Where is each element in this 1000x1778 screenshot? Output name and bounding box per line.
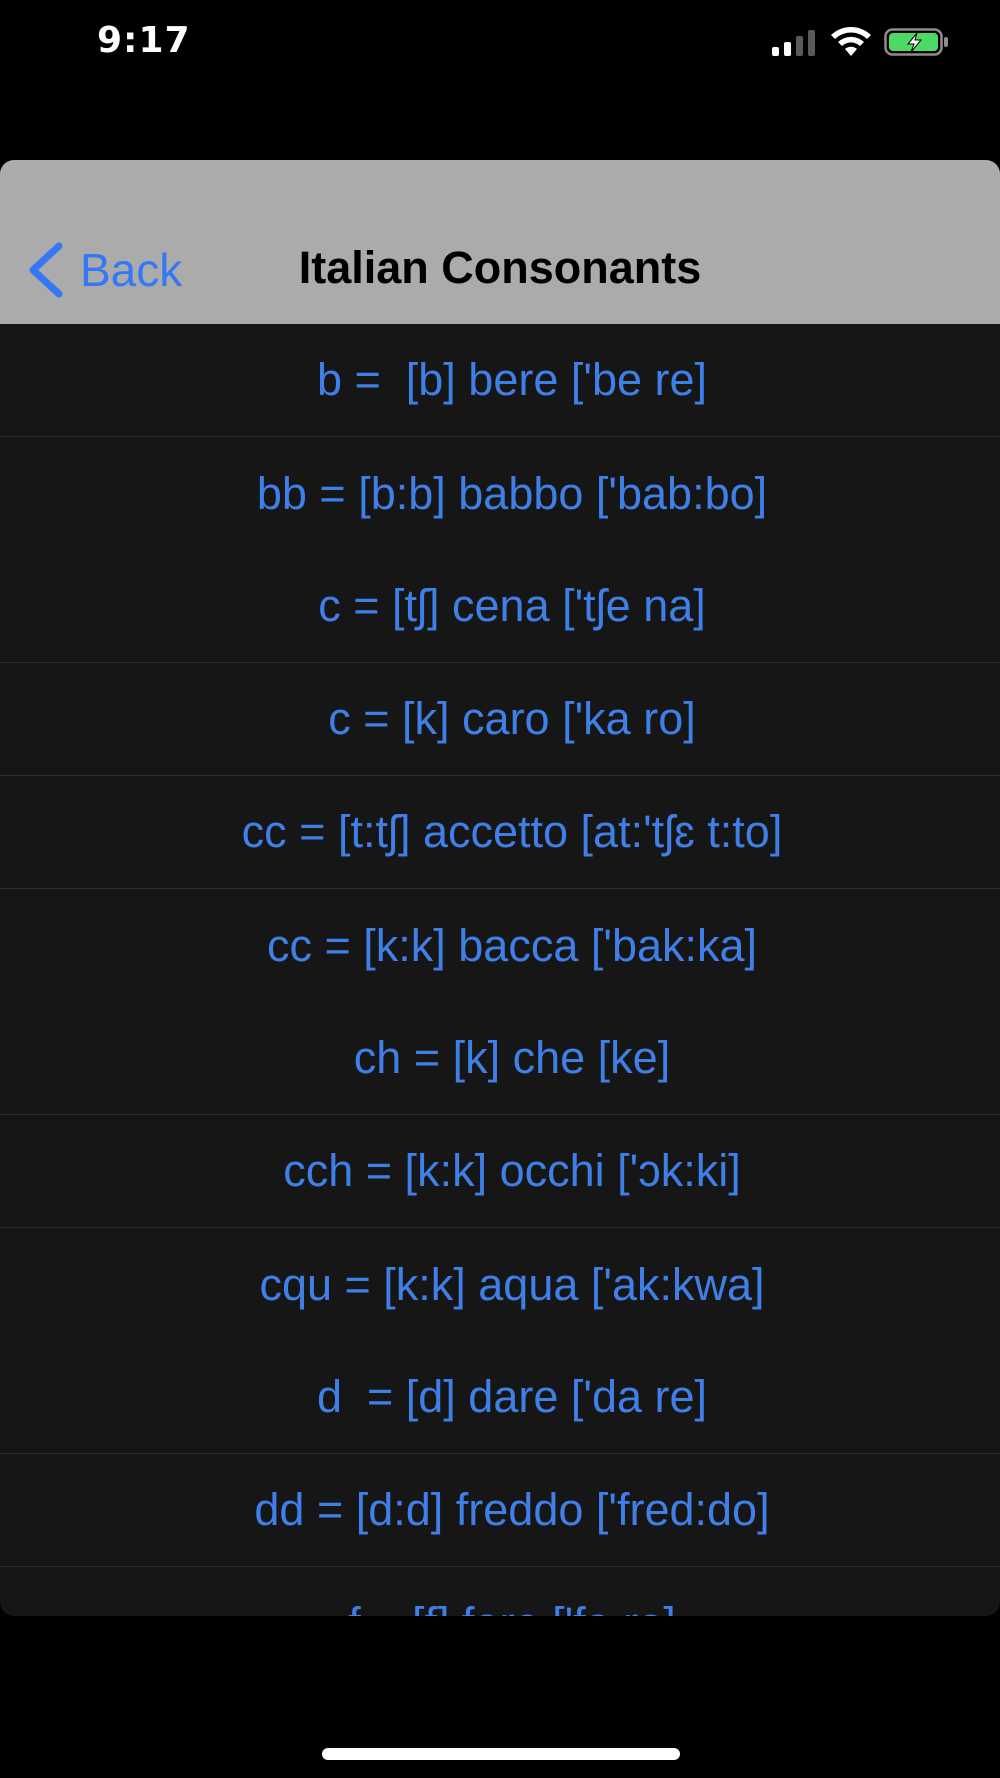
list-item[interactable]: d = [d] dare ['da re] bbox=[0, 1341, 1000, 1454]
list-item[interactable]: c = [k] caro ['ka ro] bbox=[0, 663, 1000, 776]
navigation-bar: Back Italian Consonants bbox=[0, 160, 1000, 324]
list-item[interactable]: cqu = [k:k] aqua ['ak:kwa] bbox=[0, 1228, 1000, 1341]
wifi-icon bbox=[831, 27, 871, 56]
status-time: 9:17 bbox=[97, 20, 191, 61]
back-button[interactable]: Back bbox=[26, 240, 182, 300]
list-item-label: dd = [d:d] freddo ['fred:do] bbox=[254, 1484, 770, 1535]
list-item-label: d = [d] dare ['da re] bbox=[316, 1371, 708, 1422]
list-item[interactable]: cch = [k:k] occhi ['ɔk:ki] bbox=[0, 1115, 1000, 1228]
list-item-label: c = [k] caro ['ka ro] bbox=[328, 693, 696, 744]
list-item-label: ch = [k] che [ke] bbox=[353, 1032, 671, 1083]
list-item-label: bb = [b:b] babbo ['bab:bo] bbox=[256, 467, 768, 519]
list-item-label: f = [f] fare ['fa re] bbox=[348, 1598, 675, 1617]
list-item-label: c = [tʃ] cena ['tʃe na] bbox=[318, 580, 706, 631]
consonant-list: b = [b] bere ['be re] bb = [b:b] babbo [… bbox=[0, 324, 1000, 1616]
list-item[interactable]: cc = [k:k] bacca ['bak:ka] bbox=[0, 889, 1000, 1002]
list-item[interactable]: bb = [b:b] babbo ['bab:bo] bbox=[0, 437, 1000, 550]
list-item[interactable]: b = [b] bere ['be re] bbox=[0, 324, 1000, 437]
sheet: Back Italian Consonants b = [b] bere ['b… bbox=[0, 160, 1000, 1616]
cellular-signal-icon bbox=[772, 30, 815, 56]
list-item-label: b = [b] bere ['be re] bbox=[316, 354, 708, 405]
battery-charging-icon bbox=[884, 28, 948, 56]
list-item-label: cc = [k:k] bacca ['bak:ka] bbox=[266, 919, 758, 971]
list-item-label: cqu = [k:k] aqua ['ak:kwa] bbox=[259, 1258, 765, 1310]
list-item-label: cc = [t:tʃ] accetto [at:'tʃɛ t:to] bbox=[241, 806, 783, 857]
list-item[interactable]: f = [f] fare ['fa re] bbox=[0, 1567, 1000, 1617]
page-title: Italian Consonants bbox=[298, 242, 702, 293]
status-bar: 9:17 bbox=[0, 0, 1000, 90]
list-item[interactable]: cc = [t:tʃ] accetto [at:'tʃɛ t:to] bbox=[0, 776, 1000, 889]
back-label: Back bbox=[80, 244, 183, 296]
list-item-label: cch = [k:k] occhi ['ɔk:ki] bbox=[283, 1145, 741, 1196]
list-item[interactable]: c = [tʃ] cena ['tʃe na] bbox=[0, 550, 1000, 663]
chevron-left-icon bbox=[29, 242, 63, 298]
list-item[interactable]: dd = [d:d] freddo ['fred:do] bbox=[0, 1454, 1000, 1567]
list-item[interactable]: ch = [k] che [ke] bbox=[0, 1002, 1000, 1115]
home-indicator[interactable] bbox=[322, 1748, 680, 1760]
